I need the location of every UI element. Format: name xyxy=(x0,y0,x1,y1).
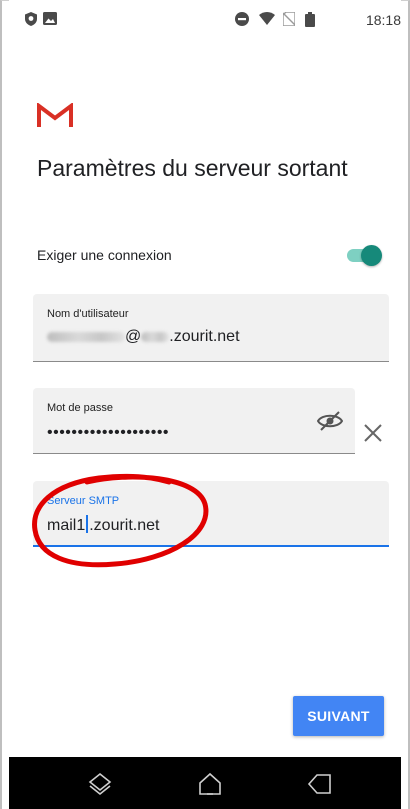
recent-apps-icon[interactable] xyxy=(87,771,113,797)
do-not-disturb-icon xyxy=(235,12,249,26)
smtp-server-field[interactable]: Serveur SMTP mail1 .zourit.net xyxy=(33,481,389,547)
smtp-value-end: .zourit.net xyxy=(89,517,160,534)
redacted-text xyxy=(47,331,125,342)
home-icon[interactable] xyxy=(197,771,223,797)
battery-icon xyxy=(305,12,315,27)
username-field[interactable]: Nom d'utilisateur @ .zourit.net xyxy=(33,294,389,362)
close-icon[interactable] xyxy=(361,421,385,445)
page-title: Paramètres du serveur sortant xyxy=(37,155,348,181)
redacted-text xyxy=(141,331,170,342)
phone-screen: 18:18 Paramètres du serveur sortant Exig… xyxy=(9,0,401,809)
toggle-thumb xyxy=(361,245,382,266)
visibility-off-icon[interactable] xyxy=(317,410,343,432)
smtp-value-start: mail1 xyxy=(47,517,86,534)
next-button[interactable]: SUIVANT xyxy=(293,696,384,736)
password-label: Mot de passe xyxy=(47,402,114,414)
username-domain: .zourit.net xyxy=(169,328,240,345)
password-value[interactable]: •••••••••••••••••••• xyxy=(47,424,169,442)
username-label: Nom d'utilisateur xyxy=(47,308,129,320)
wifi-icon xyxy=(259,12,275,25)
image-icon xyxy=(43,12,57,25)
field-underline-focused xyxy=(33,545,389,547)
no-sim-icon xyxy=(283,12,295,26)
require-connection-label: Exiger une connexion xyxy=(37,247,172,263)
require-connection-toggle[interactable] xyxy=(345,245,382,266)
password-field[interactable]: Mot de passe •••••••••••••••••••• xyxy=(33,388,355,454)
field-underline xyxy=(33,453,355,454)
status-bar: 18:18 xyxy=(9,0,401,40)
clock: 18:18 xyxy=(365,12,401,28)
smtp-server-value[interactable]: mail1 .zourit.net xyxy=(47,515,160,535)
back-icon[interactable] xyxy=(307,771,333,797)
field-underline xyxy=(33,361,389,362)
username-value[interactable]: @ .zourit.net xyxy=(47,328,240,346)
shield-icon xyxy=(25,12,37,26)
username-at: @ xyxy=(125,328,142,345)
text-cursor xyxy=(86,515,89,533)
gmail-logo xyxy=(37,103,73,127)
navigation-bar xyxy=(9,757,401,809)
smtp-server-label: Serveur SMTP xyxy=(47,495,120,507)
